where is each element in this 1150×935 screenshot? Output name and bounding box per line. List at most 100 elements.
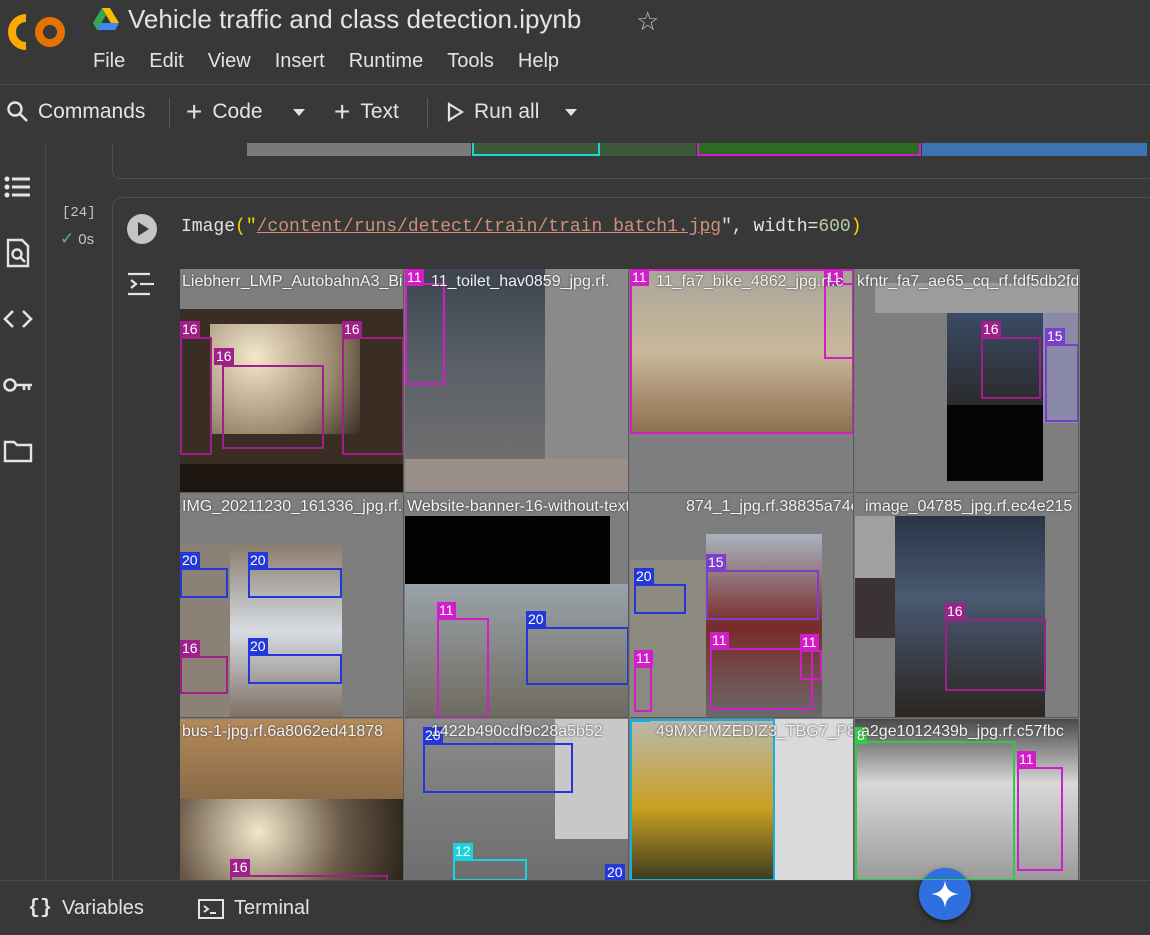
menu-insert[interactable]: Insert [275,50,325,73]
output-actions-icon[interactable] [126,271,158,297]
braces-icon: {} [28,897,53,920]
tile-filename: bus-1-jpg.rf.6a8062ed41878 [182,723,384,740]
variables-button[interactable]: {} Variables [28,897,144,920]
image-tile: 11 11_toilet_hav0859_jpg.rf. [405,269,629,493]
class-label: 11 [800,634,819,651]
class-label: 20 [248,638,268,655]
star-icon[interactable]: ☆ [636,6,659,37]
class-label: 20 [634,568,654,585]
menu-bar: File Edit View Insert Runtime Tools Help [93,50,583,73]
tile-filename: 874_1_jpg.rf.38835a74ea5ae [686,498,853,515]
execution-count: [24] [62,205,96,221]
class-label: 20 [605,864,625,880]
notebook-title[interactable]: Vehicle traffic and class detection.ipyn… [128,4,581,35]
image-tile: 11 11 11_fa7_bike_4862_jpg.rf.c [630,269,854,493]
image-tile: 20 15 11 11 11 874_1_jpg.rf.38835a74ea5a… [630,494,854,718]
previous-cell[interactable] [112,143,1150,179]
code-dropdown-icon[interactable] [293,109,305,116]
toolbar: Commands + Code + Text Run all [0,85,1150,143]
tile-filename: 11_fa7_bike_4862_jpg.rf.c [656,273,844,290]
class-label: 11 [710,632,729,649]
class-label: 15 [1045,328,1065,345]
run-all-button[interactable]: Run all [446,100,539,124]
tile-filename: Website-banner-16-without-text-704x1_jpg… [407,498,629,515]
image-tile: 20 12 20 1422b490cdf9c28a5b52 [405,719,629,880]
previous-output-image [247,143,1147,156]
check-icon: ✓ [60,229,75,248]
class-label: 11 [1017,751,1036,768]
class-label: 15 [706,554,726,571]
play-icon [447,102,464,122]
run-all-dropdown-icon[interactable] [565,109,577,116]
image-tile: 10 49MXPMZEDIZ3_TBG7_P892 [630,719,854,880]
class-label: 16 [981,321,1001,338]
menu-view[interactable]: View [208,50,251,73]
add-text-label: Text [360,100,399,123]
execution-status: ✓ 0s [60,229,94,249]
class-label: 12 [453,843,473,860]
variables-label: Variables [62,897,144,919]
execution-time: 0s [78,230,95,248]
class-label: 11 [630,269,649,286]
image-tile: 16 15 kfntr_fa7_ae65_cq_rf.fdf5db2fd [855,269,1079,493]
key-icon[interactable] [2,369,34,401]
terminal-icon [198,898,224,919]
commands-label: Commands [38,100,146,123]
code-close: ) [850,217,862,237]
colab-logo[interactable] [6,12,70,52]
class-label: 11 [405,269,424,286]
tile-filename: 11_toilet_hav0859_jpg.rf. [431,273,610,290]
menu-edit[interactable]: Edit [149,50,183,73]
folder-icon[interactable] [2,435,34,467]
image-tile: 11 20 Website-banner-16-without-text-704… [405,494,629,718]
menu-file[interactable]: File [93,50,125,73]
tile-filename: Liebherr_LMP_AutobahnA3_Bild4_2014.jpg.r… [182,273,403,290]
search-icon [7,101,28,122]
run-cell-button[interactable] [127,214,157,244]
menu-tools[interactable]: Tools [447,50,494,73]
commands-button[interactable]: Commands [6,100,145,124]
tile-filename: a2ge1012439b_jpg.rf.c57fbc [861,723,1064,740]
class-label: 16 [214,348,234,365]
add-text-button[interactable]: + Text [334,96,399,127]
toolbar-separator [169,98,170,128]
code-function: Image [181,217,236,237]
code-line[interactable]: Image("/content/runs/detect/train/train_… [181,217,862,237]
find-icon[interactable] [2,237,34,269]
code-path: /content/runs/detect/train/train_batch1.… [256,217,722,237]
drive-icon[interactable] [93,8,119,30]
notebook-area: [24] ✓ 0s Image("/content/runs/detect/tr… [46,143,1150,880]
tile-filename: image_04785_jpg.rf.ec4e215 [865,498,1073,515]
image-tile: 8 11 a2ge1012439b_jpg.rf.c57fbc [855,719,1079,880]
class-label: 11 [437,602,456,619]
menu-help[interactable]: Help [518,50,559,73]
image-tile: 16 bus-1-jpg.rf.6a8062ed41878 [180,719,404,880]
menu-runtime[interactable]: Runtime [349,50,423,73]
terminal-label: Terminal [234,897,310,919]
class-label: 20 [526,611,546,628]
top-bar: Vehicle traffic and class detection.ipyn… [0,0,1150,84]
add-code-button[interactable]: + Code [186,96,263,127]
code-snippets-icon[interactable] [2,303,34,335]
plus-icon: + [334,96,351,127]
tile-filename: IMG_20211230_161336_jpg.rf. [182,498,403,515]
class-label: 16 [945,603,965,620]
class-label: 16 [230,859,250,876]
add-code-label: Code [212,100,263,123]
plus-icon: + [186,96,203,127]
code-open: (" [235,217,257,237]
tile-filename: kfntr_fa7_ae65_cq_rf.fdf5db2fd [857,273,1079,290]
table-of-contents-icon[interactable] [2,171,34,203]
code-mid: ", width= [721,217,819,237]
terminal-button[interactable]: Terminal [198,897,310,920]
run-all-label: Run all [474,100,540,123]
left-sidebar [0,143,46,880]
class-label: 16 [180,321,200,338]
output-image: 16 16 16 Liebherr_LMP_AutobahnA3_Bild4_2… [180,269,1080,880]
bottom-bar: {} Variables Terminal [0,880,1150,935]
class-label: 20 [180,552,200,569]
class-label: 16 [180,640,200,657]
class-label: 16 [342,321,362,338]
tile-filename: 1422b490cdf9c28a5b52 [431,723,603,740]
toolbar-separator [427,98,428,128]
